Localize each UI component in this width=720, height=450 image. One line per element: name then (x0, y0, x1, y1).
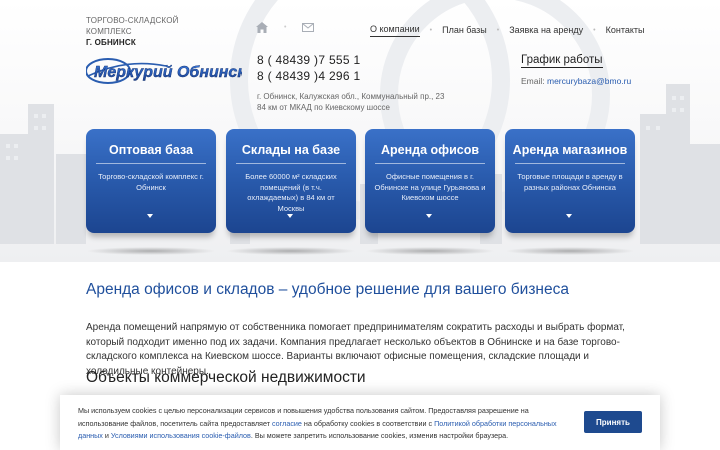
cookie-text: Мы используем cookies с целью персонализ… (78, 406, 557, 440)
nav-rent-request[interactable]: Заявка на аренду (509, 25, 583, 37)
address-line-1: г. Обнинск, Калужская обл., Коммунальный… (257, 92, 445, 101)
nav-contacts[interactable]: Контакты (606, 25, 645, 37)
home-icon[interactable] (256, 22, 268, 33)
section-heading: Объекты коммерческой недвижимости (86, 369, 366, 386)
card-title: Оптовая база (109, 143, 193, 157)
consent-link[interactable]: согласие (272, 419, 302, 428)
mail-icon[interactable] (302, 23, 315, 32)
icon-separator: • (284, 24, 287, 31)
nav-base-plan[interactable]: План базы (442, 25, 487, 37)
card-office-rent[interactable]: Аренда офисов Офисные помещения в г. Обн… (365, 129, 495, 233)
top-icons: • (256, 22, 315, 33)
card-shadow (365, 247, 495, 255)
card-shadow (86, 247, 216, 255)
card-wholesale-base[interactable]: Оптовая база Торгово-складской комплекс … (86, 129, 216, 233)
card-text: Более 60000 м² складских помещений (в т.… (245, 172, 337, 213)
chevron-down-icon (566, 214, 572, 218)
email-link[interactable]: mercurybaza@bmo.ru (547, 76, 631, 86)
company-tagline: ТОРГОВО-СКЛАДСКОЙ КОМПЛЕКС Г. ОБНИНСК (86, 15, 179, 48)
mercury-obninsk-logo[interactable]: Меркурий Обнинск (86, 56, 242, 86)
phone-number-2[interactable]: 8 ( 48439 )4 296 1 (257, 69, 360, 83)
card-shadow (226, 247, 356, 255)
nav-about[interactable]: О компании (370, 24, 420, 37)
company-line-2: КОМПЛЕКС (86, 27, 132, 36)
card-shadow (505, 247, 635, 255)
logo-text: Меркурий Обнинск (94, 64, 242, 81)
card-text: Торговые площади в аренду в разных район… (517, 172, 623, 192)
cookie-terms-link[interactable]: Условиями использования cookie-файлов (111, 431, 251, 440)
email-label: Email: (521, 76, 545, 86)
card-text: Офисные помещения в г. Обнинске на улице… (374, 172, 486, 202)
main-navigation: О компании • План базы • Заявка на аренд… (370, 24, 644, 37)
card-title: Аренда офисов (380, 143, 480, 157)
schedule-link[interactable]: График работы (521, 54, 603, 68)
address-line-2: 84 км от МКАД по Киевскому шоссе (257, 103, 390, 112)
company-city: Г. ОБНИНСК (86, 38, 136, 47)
cookie-banner: Мы используем cookies с целью персонализ… (60, 395, 660, 450)
card-warehouses[interactable]: Склады на базе Более 60000 м² складских … (226, 129, 356, 233)
chevron-down-icon (426, 214, 432, 218)
card-title: Аренда магазинов (512, 143, 628, 157)
card-text: Торгово-складской комплекс г. Обнинск (98, 172, 204, 192)
chevron-down-icon (147, 214, 153, 218)
chevron-down-icon (287, 214, 293, 218)
address: г. Обнинск, Калужская обл., Коммунальный… (257, 91, 477, 113)
email-block: Email: mercurybaza@bmo.ru (521, 76, 631, 86)
card-shop-rent[interactable]: Аренда магазинов Торговые площади в арен… (505, 129, 635, 233)
card-title: Склады на базе (241, 143, 341, 157)
company-line-1: ТОРГОВО-СКЛАДСКОЙ (86, 16, 179, 25)
phone-number-1[interactable]: 8 ( 48439 )7 555 1 (257, 53, 360, 67)
page-headline: Аренда офисов и складов – удобное решени… (86, 281, 569, 298)
service-cards: Оптовая база Торгово-складской комплекс … (86, 129, 635, 237)
accept-cookies-button[interactable]: Принять (584, 411, 642, 433)
